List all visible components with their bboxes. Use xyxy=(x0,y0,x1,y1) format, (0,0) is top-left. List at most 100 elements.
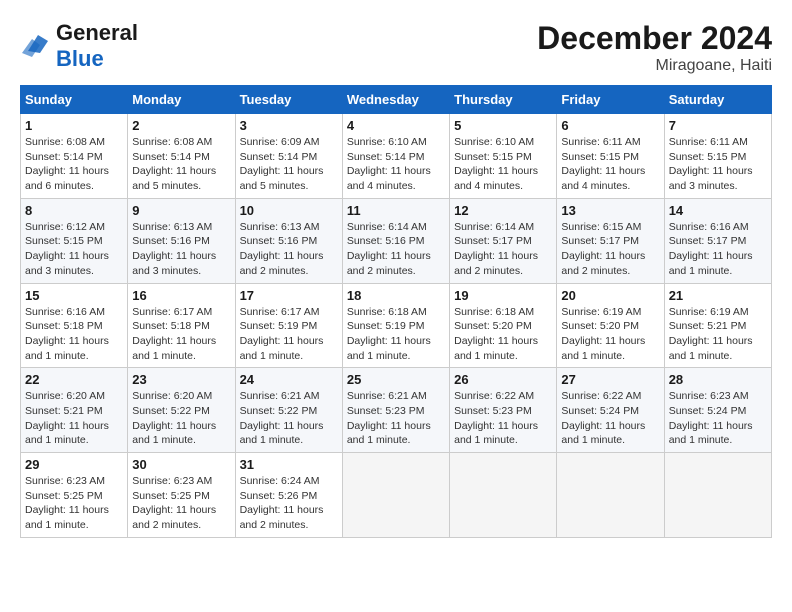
calendar-week-1: 1 Sunrise: 6:08 AMSunset: 5:14 PMDaylight… xyxy=(21,114,772,199)
day-number: 25 xyxy=(347,372,445,387)
calendar-week-3: 15 Sunrise: 6:16 AMSunset: 5:18 PMDayligh… xyxy=(21,283,772,368)
day-number: 28 xyxy=(669,372,767,387)
calendar-cell: 30 Sunrise: 6:23 AMSunset: 5:25 PMDayligh… xyxy=(128,453,235,538)
day-number: 30 xyxy=(132,457,230,472)
day-number: 17 xyxy=(240,288,338,303)
day-info: Sunrise: 6:08 AMSunset: 5:14 PMDaylight:… xyxy=(25,135,123,194)
day-info: Sunrise: 6:23 AMSunset: 5:25 PMDaylight:… xyxy=(132,474,230,533)
day-info: Sunrise: 6:13 AMSunset: 5:16 PMDaylight:… xyxy=(132,220,230,279)
column-header-thursday: Thursday xyxy=(450,86,557,114)
day-number: 23 xyxy=(132,372,230,387)
day-info: Sunrise: 6:14 AMSunset: 5:17 PMDaylight:… xyxy=(454,220,552,279)
day-number: 6 xyxy=(561,118,659,133)
day-info: Sunrise: 6:11 AMSunset: 5:15 PMDaylight:… xyxy=(561,135,659,194)
calendar-header-row: SundayMondayTuesdayWednesdayThursdayFrid… xyxy=(21,86,772,114)
day-info: Sunrise: 6:21 AMSunset: 5:23 PMDaylight:… xyxy=(347,389,445,448)
day-number: 20 xyxy=(561,288,659,303)
day-info: Sunrise: 6:23 AMSunset: 5:24 PMDaylight:… xyxy=(669,389,767,448)
column-header-wednesday: Wednesday xyxy=(342,86,449,114)
day-info: Sunrise: 6:20 AMSunset: 5:21 PMDaylight:… xyxy=(25,389,123,448)
day-number: 21 xyxy=(669,288,767,303)
day-number: 27 xyxy=(561,372,659,387)
day-info: Sunrise: 6:17 AMSunset: 5:18 PMDaylight:… xyxy=(132,305,230,364)
calendar-cell xyxy=(450,453,557,538)
calendar-cell: 31Sunrise: 6:24 AMSunset: 5:26 PMDayligh… xyxy=(235,453,342,538)
calendar-cell xyxy=(342,453,449,538)
column-header-saturday: Saturday xyxy=(664,86,771,114)
logo-icon xyxy=(20,31,50,62)
day-info: Sunrise: 6:16 AMSunset: 5:17 PMDaylight:… xyxy=(669,220,767,279)
day-number: 12 xyxy=(454,203,552,218)
day-number: 1 xyxy=(25,118,123,133)
logo-blue: Blue xyxy=(56,46,104,71)
day-number: 31 xyxy=(240,457,338,472)
day-number: 5 xyxy=(454,118,552,133)
calendar-cell: 28 Sunrise: 6:23 AMSunset: 5:24 PMDayligh… xyxy=(664,368,771,453)
day-info: Sunrise: 6:12 AMSunset: 5:15 PMDaylight:… xyxy=(25,220,123,279)
calendar-cell: 7 Sunrise: 6:11 AMSunset: 5:15 PMDaylight… xyxy=(664,114,771,199)
calendar-cell: 25 Sunrise: 6:21 AMSunset: 5:23 PMDayligh… xyxy=(342,368,449,453)
calendar-cell: 1 Sunrise: 6:08 AMSunset: 5:14 PMDaylight… xyxy=(21,114,128,199)
day-number: 29 xyxy=(25,457,123,472)
calendar-cell xyxy=(557,453,664,538)
day-number: 7 xyxy=(669,118,767,133)
location-subtitle: Miragoane, Haiti xyxy=(537,57,772,75)
column-header-tuesday: Tuesday xyxy=(235,86,342,114)
day-number: 13 xyxy=(561,203,659,218)
calendar-cell: 4Sunrise: 6:10 AMSunset: 5:14 PMDaylight… xyxy=(342,114,449,199)
calendar-cell: 26 Sunrise: 6:22 AMSunset: 5:23 PMDayligh… xyxy=(450,368,557,453)
month-title: December 2024 xyxy=(537,20,772,57)
calendar-cell: 16Sunrise: 6:17 AMSunset: 5:18 PMDayligh… xyxy=(128,283,235,368)
day-info: Sunrise: 6:10 AMSunset: 5:15 PMDaylight:… xyxy=(454,135,552,194)
day-number: 19 xyxy=(454,288,552,303)
day-number: 15 xyxy=(25,288,123,303)
day-number: 8 xyxy=(25,203,123,218)
day-info: Sunrise: 6:18 AMSunset: 5:20 PMDaylight:… xyxy=(454,305,552,364)
day-info: Sunrise: 6:15 AMSunset: 5:17 PMDaylight:… xyxy=(561,220,659,279)
calendar-cell: 20 Sunrise: 6:19 AMSunset: 5:20 PMDayligh… xyxy=(557,283,664,368)
day-info: Sunrise: 6:17 AMSunset: 5:19 PMDaylight:… xyxy=(240,305,338,364)
page-header: General Blue December 2024 Miragoane, Ha… xyxy=(20,20,772,75)
calendar-cell: 15 Sunrise: 6:16 AMSunset: 5:18 PMDayligh… xyxy=(21,283,128,368)
calendar-cell: 6 Sunrise: 6:11 AMSunset: 5:15 PMDaylight… xyxy=(557,114,664,199)
calendar-cell: 22Sunrise: 6:20 AMSunset: 5:21 PMDayligh… xyxy=(21,368,128,453)
day-info: Sunrise: 6:08 AMSunset: 5:14 PMDaylight:… xyxy=(132,135,230,194)
day-info: Sunrise: 6:16 AMSunset: 5:18 PMDaylight:… xyxy=(25,305,123,364)
day-info: Sunrise: 6:14 AMSunset: 5:16 PMDaylight:… xyxy=(347,220,445,279)
day-info: Sunrise: 6:13 AMSunset: 5:16 PMDaylight:… xyxy=(240,220,338,279)
day-info: Sunrise: 6:22 AMSunset: 5:23 PMDaylight:… xyxy=(454,389,552,448)
logo-general: General xyxy=(56,20,138,46)
day-number: 26 xyxy=(454,372,552,387)
calendar-cell: 29 Sunrise: 6:23 AMSunset: 5:25 PMDayligh… xyxy=(21,453,128,538)
calendar-cell: 23 Sunrise: 6:20 AMSunset: 5:22 PMDayligh… xyxy=(128,368,235,453)
calendar-cell: 2 Sunrise: 6:08 AMSunset: 5:14 PMDaylight… xyxy=(128,114,235,199)
calendar-week-4: 22Sunrise: 6:20 AMSunset: 5:21 PMDayligh… xyxy=(21,368,772,453)
day-info: Sunrise: 6:18 AMSunset: 5:19 PMDaylight:… xyxy=(347,305,445,364)
calendar-cell: 27Sunrise: 6:22 AMSunset: 5:24 PMDayligh… xyxy=(557,368,664,453)
day-info: Sunrise: 6:23 AMSunset: 5:25 PMDaylight:… xyxy=(25,474,123,533)
day-info: Sunrise: 6:20 AMSunset: 5:22 PMDaylight:… xyxy=(132,389,230,448)
calendar-cell: 10Sunrise: 6:13 AMSunset: 5:16 PMDayligh… xyxy=(235,198,342,283)
day-number: 11 xyxy=(347,203,445,218)
day-info: Sunrise: 6:10 AMSunset: 5:14 PMDaylight:… xyxy=(347,135,445,194)
day-info: Sunrise: 6:19 AMSunset: 5:20 PMDaylight:… xyxy=(561,305,659,364)
day-number: 2 xyxy=(132,118,230,133)
calendar-table: SundayMondayTuesdayWednesdayThursdayFrid… xyxy=(20,85,772,538)
day-number: 18 xyxy=(347,288,445,303)
calendar-cell: 9 Sunrise: 6:13 AMSunset: 5:16 PMDaylight… xyxy=(128,198,235,283)
day-info: Sunrise: 6:21 AMSunset: 5:22 PMDaylight:… xyxy=(240,389,338,448)
calendar-week-2: 8 Sunrise: 6:12 AMSunset: 5:15 PMDaylight… xyxy=(21,198,772,283)
calendar-week-5: 29 Sunrise: 6:23 AMSunset: 5:25 PMDayligh… xyxy=(21,453,772,538)
calendar-cell: 13 Sunrise: 6:15 AMSunset: 5:17 PMDayligh… xyxy=(557,198,664,283)
calendar-cell: 24Sunrise: 6:21 AMSunset: 5:22 PMDayligh… xyxy=(235,368,342,453)
calendar-cell: 14Sunrise: 6:16 AMSunset: 5:17 PMDayligh… xyxy=(664,198,771,283)
logo: General Blue xyxy=(20,20,138,72)
calendar-cell: 19 Sunrise: 6:18 AMSunset: 5:20 PMDayligh… xyxy=(450,283,557,368)
day-number: 3 xyxy=(240,118,338,133)
day-info: Sunrise: 6:11 AMSunset: 5:15 PMDaylight:… xyxy=(669,135,767,194)
column-header-monday: Monday xyxy=(128,86,235,114)
calendar-cell: 17 Sunrise: 6:17 AMSunset: 5:19 PMDayligh… xyxy=(235,283,342,368)
day-info: Sunrise: 6:19 AMSunset: 5:21 PMDaylight:… xyxy=(669,305,767,364)
day-number: 9 xyxy=(132,203,230,218)
calendar-cell: 5 Sunrise: 6:10 AMSunset: 5:15 PMDaylight… xyxy=(450,114,557,199)
